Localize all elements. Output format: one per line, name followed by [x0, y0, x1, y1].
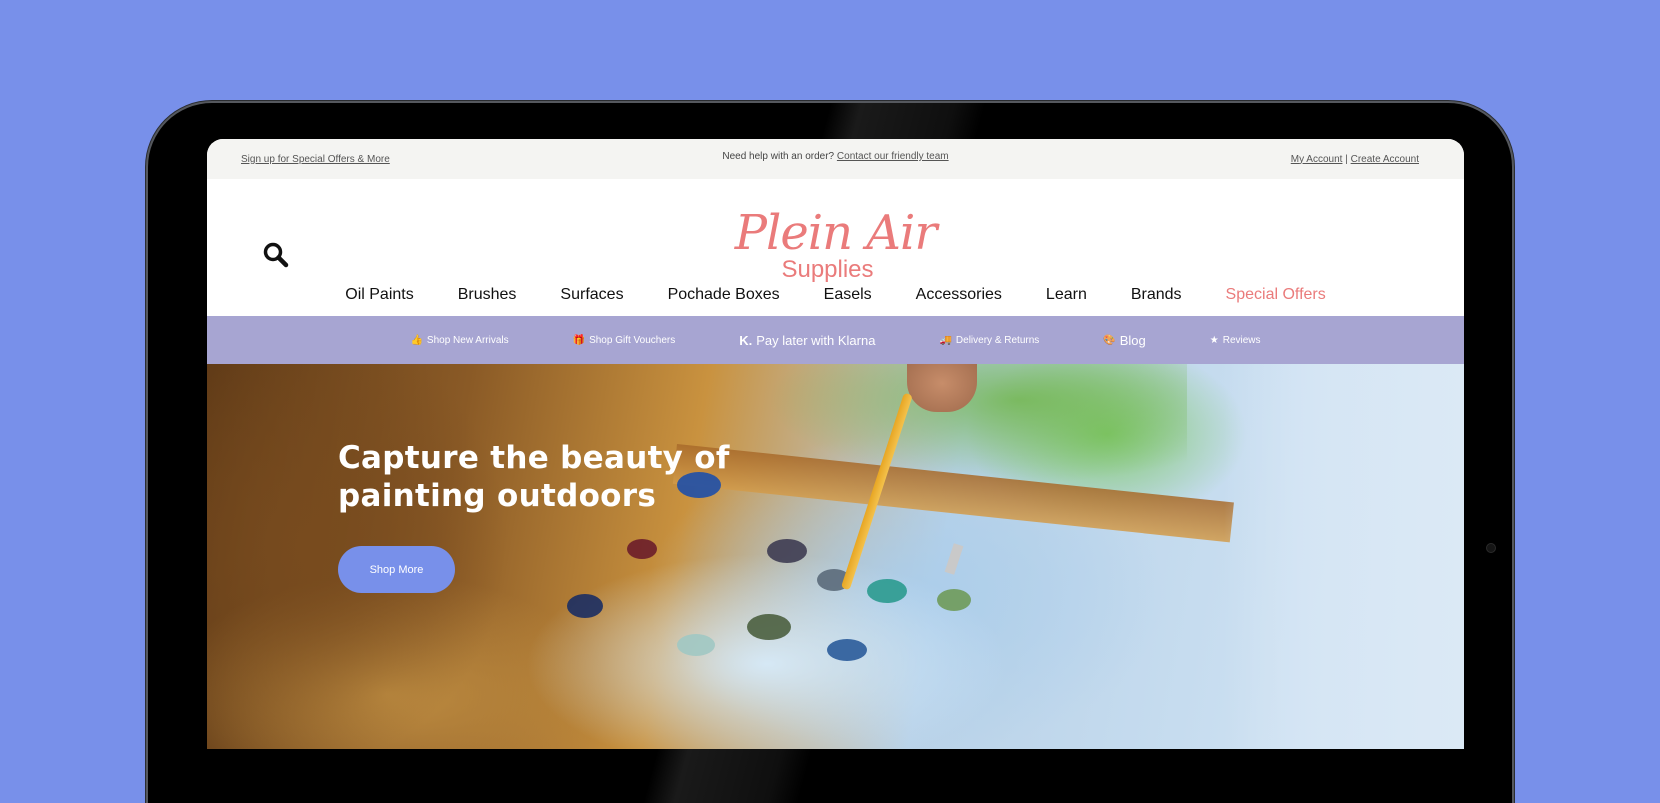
- nav-learn[interactable]: Learn: [1046, 286, 1087, 304]
- main-nav: Oil Paints Brushes Surfaces Pochade Boxe…: [207, 286, 1464, 304]
- contact-team-link[interactable]: Contact our friendly team: [837, 151, 949, 162]
- truck-icon: 🚚: [939, 334, 952, 346]
- create-account-link[interactable]: Create Account: [1351, 154, 1419, 165]
- promo-label: Reviews: [1222, 334, 1261, 346]
- account-separator: |: [1345, 153, 1348, 165]
- promo-label: Shop New Arrivals: [426, 334, 509, 346]
- promo-delivery-returns[interactable]: 🚚 Delivery & Returns: [939, 335, 1039, 346]
- star-icon: ★: [1209, 334, 1219, 346]
- logo-sub-text: Supplies: [781, 256, 874, 283]
- hero-brush-ferrule: [944, 543, 964, 575]
- signup-link[interactable]: Sign up for Special Offers & More: [241, 154, 390, 165]
- nav-brands[interactable]: Brands: [1131, 286, 1182, 304]
- nav-special-offers[interactable]: Special Offers: [1226, 286, 1326, 304]
- promo-blog[interactable]: 🎨 Blog: [1103, 333, 1145, 348]
- nav-pochade-boxes[interactable]: Pochade Boxes: [668, 286, 780, 304]
- paint-blob: [677, 634, 715, 656]
- promo-label: Blog: [1119, 332, 1146, 348]
- hero-hand: [907, 364, 977, 412]
- paint-blob: [867, 579, 907, 603]
- promo-bar: 👍 Shop New Arrivals 🎁 Shop Gift Vouchers…: [207, 316, 1464, 364]
- site-header: Plein Air Supplies Oil Paints Brushes Su…: [207, 179, 1464, 316]
- gift-icon: 🎁: [572, 334, 586, 346]
- my-account-link[interactable]: My Account: [1291, 154, 1343, 165]
- shop-more-button[interactable]: Shop More: [338, 546, 455, 593]
- hero-title-line2: painting outdoors: [338, 478, 657, 514]
- nav-oil-paints[interactable]: Oil Paints: [345, 286, 413, 304]
- help-label: Need help with an order?: [722, 151, 835, 162]
- utility-bar: Sign up for Special Offers & More Need h…: [207, 139, 1464, 179]
- thumbs-up-icon: 👍: [410, 334, 423, 346]
- paint-blob: [567, 594, 603, 618]
- promo-new-arrivals[interactable]: 👍 Shop New Arrivals: [410, 335, 508, 346]
- camera-dot: [1486, 543, 1496, 553]
- help-text: Need help with an order? Contact our fri…: [207, 151, 1464, 162]
- paint-blob: [767, 539, 807, 563]
- promo-gift-vouchers[interactable]: 🎁 Shop Gift Vouchers: [573, 335, 676, 346]
- nav-brushes[interactable]: Brushes: [458, 286, 517, 304]
- paint-blob: [747, 614, 791, 640]
- nav-easels[interactable]: Easels: [824, 286, 872, 304]
- promo-reviews[interactable]: ★ Reviews: [1210, 335, 1261, 346]
- hero-fade: [1224, 364, 1464, 749]
- account-links: My Account | Create Account: [1291, 154, 1419, 165]
- site-logo[interactable]: Plein Air Supplies: [207, 207, 1464, 283]
- palette-icon: 🎨: [1103, 334, 1116, 346]
- paint-blob: [627, 539, 657, 559]
- paint-blob: [937, 589, 971, 611]
- nav-accessories[interactable]: Accessories: [916, 286, 1002, 304]
- klarna-icon: K.: [739, 332, 753, 348]
- promo-label: Pay later with Klarna: [756, 332, 876, 348]
- logo-script-text: Plein Air: [734, 205, 938, 261]
- hero-title-line1: Capture the beauty of: [338, 440, 730, 476]
- hero-banner: Capture the beauty of painting outdoors …: [207, 364, 1464, 749]
- hero-title: Capture the beauty of painting outdoors: [338, 439, 730, 515]
- promo-label: Delivery & Returns: [955, 334, 1040, 346]
- paint-blob: [827, 639, 867, 661]
- promo-klarna[interactable]: K. Pay later with Klarna: [739, 333, 875, 348]
- website-screen: Sign up for Special Offers & More Need h…: [207, 139, 1464, 749]
- nav-surfaces[interactable]: Surfaces: [560, 286, 623, 304]
- promo-label: Shop Gift Vouchers: [589, 334, 676, 346]
